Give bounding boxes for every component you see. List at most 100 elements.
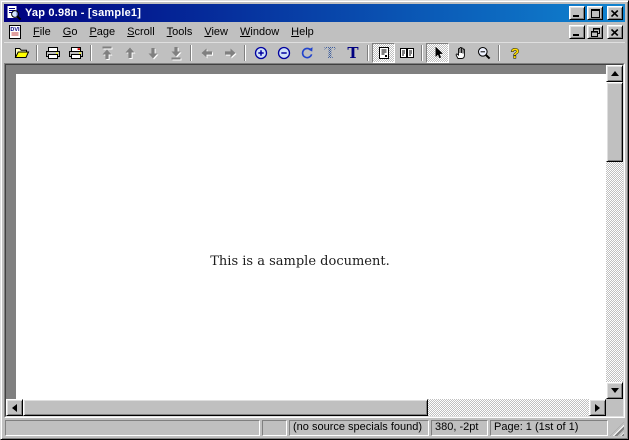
last-page-button[interactable] [164, 43, 187, 63]
toolbar-separator [498, 45, 500, 61]
scrollbar-corner [606, 399, 623, 416]
toolbar-separator [36, 45, 38, 61]
arrow-left-icon [199, 45, 215, 61]
single-page-view-button[interactable] [372, 43, 395, 63]
refresh-button[interactable] [295, 43, 318, 63]
document-area: This is a sample document. [4, 63, 625, 418]
scroll-right-button[interactable] [589, 399, 606, 416]
toolbar-separator [244, 45, 246, 61]
document-page[interactable]: This is a sample document. [16, 74, 606, 399]
toolbar-separator [90, 45, 92, 61]
arrow-down-bar-icon [168, 45, 184, 61]
menu-item-scroll[interactable]: Scroll [121, 24, 161, 41]
scroll-up-button[interactable] [606, 65, 623, 82]
triangle-left-icon [12, 404, 17, 412]
open-folder-icon [14, 45, 30, 61]
mdi-minimize-button[interactable] [569, 25, 585, 39]
toolbar: TT? [4, 42, 625, 63]
triangle-right-icon [595, 404, 600, 412]
triangle-up-icon [611, 71, 619, 76]
help-icon: ? [507, 45, 523, 61]
status-bar: (no source specials found)380, -2ptPage:… [4, 418, 625, 436]
single-page-icon [376, 45, 392, 61]
mdi-restore-button[interactable] [587, 25, 603, 39]
toolbar-separator [367, 45, 369, 61]
forward-button[interactable] [218, 43, 241, 63]
document-area-inner: This is a sample document. [5, 64, 624, 417]
arrow-up-bar-icon [99, 45, 115, 61]
menu-bar: DVI FileGoPageScrollToolsViewWindowHelp [4, 22, 625, 42]
status-panel-2: (no source specials found) [289, 420, 429, 436]
scroll-left-button[interactable] [6, 399, 23, 416]
zoom-out-icon [276, 45, 292, 61]
document-text: This is a sample document. [16, 254, 584, 269]
page-canvas: This is a sample document. [6, 65, 606, 399]
double-page-icon [399, 45, 415, 61]
menu-item-go[interactable]: Go [57, 24, 84, 41]
vertical-scrollbar[interactable] [606, 65, 623, 399]
vertical-scrollbar-track[interactable] [606, 162, 623, 382]
print-pages-button[interactable] [64, 43, 87, 63]
font-outline-button[interactable]: T [318, 43, 341, 63]
svg-text:T: T [324, 45, 336, 61]
magnifier-tool-button[interactable] [472, 43, 495, 63]
menu-item-page[interactable]: Page [83, 24, 121, 41]
scroll-down-button[interactable] [606, 382, 623, 399]
first-page-button[interactable] [95, 43, 118, 63]
horizontal-scrollbar-thumb[interactable] [23, 399, 428, 416]
t-outline-icon: T [322, 45, 338, 61]
arrow-up-icon [122, 45, 138, 61]
arrow-down-icon [145, 45, 161, 61]
t-solid-icon: T [345, 45, 361, 61]
printer-page-icon [68, 45, 84, 61]
svg-text:DVI: DVI [10, 27, 20, 33]
toolbar-separator [190, 45, 192, 61]
maximize-button[interactable] [587, 6, 603, 20]
magnifier-icon [476, 45, 492, 61]
double-page-view-button[interactable] [395, 43, 418, 63]
svg-text:?: ? [510, 45, 519, 61]
window-title: Yap 0.98n - [sample1] [25, 7, 141, 19]
menu-item-tools[interactable]: Tools [161, 24, 199, 41]
minimize-button[interactable] [569, 6, 585, 20]
status-panel-4: Page: 1 (1st of 1) [490, 420, 608, 436]
previous-page-button[interactable] [118, 43, 141, 63]
svg-text:T: T [347, 45, 359, 61]
resize-grip-icon[interactable] [610, 422, 624, 436]
refresh-icon [299, 45, 315, 61]
next-page-button[interactable] [141, 43, 164, 63]
mdi-close-button[interactable] [607, 25, 623, 39]
hand-tool-button[interactable] [449, 43, 472, 63]
zoom-out-button[interactable] [272, 43, 295, 63]
vertical-scrollbar-thumb[interactable] [606, 82, 623, 162]
app-icon[interactable] [6, 5, 22, 21]
menu-item-window[interactable]: Window [234, 24, 285, 41]
select-tool-button[interactable] [426, 43, 449, 63]
status-panel-3: 380, -2pt [431, 420, 488, 436]
triangle-down-icon [611, 388, 619, 393]
zoom-in-button[interactable] [249, 43, 272, 63]
yap-application-window: Yap 0.98n - [sample1] DVI FileGoPageScro… [0, 0, 629, 440]
menu-item-help[interactable]: Help [285, 24, 320, 41]
open-button[interactable] [10, 43, 33, 63]
toolbar-separator [421, 45, 423, 61]
back-button[interactable] [195, 43, 218, 63]
dvi-document-icon[interactable]: DVI [8, 25, 23, 40]
cursor-arrow-icon [430, 45, 446, 61]
mdi-window-controls [569, 25, 623, 39]
status-panel-0 [5, 420, 260, 436]
horizontal-scrollbar[interactable] [6, 399, 606, 416]
menu-item-file[interactable]: File [27, 24, 57, 41]
window-controls [569, 6, 623, 20]
print-button[interactable] [41, 43, 64, 63]
horizontal-scrollbar-track[interactable] [428, 399, 589, 416]
status-panel-1 [262, 420, 287, 436]
font-solid-button[interactable]: T [341, 43, 364, 63]
title-bar[interactable]: Yap 0.98n - [sample1] [4, 4, 625, 22]
printer-icon [45, 45, 61, 61]
zoom-in-icon [253, 45, 269, 61]
help-button[interactable]: ? [503, 43, 526, 63]
close-button[interactable] [607, 6, 623, 20]
menu-item-view[interactable]: View [198, 24, 234, 41]
hand-icon [453, 45, 469, 61]
